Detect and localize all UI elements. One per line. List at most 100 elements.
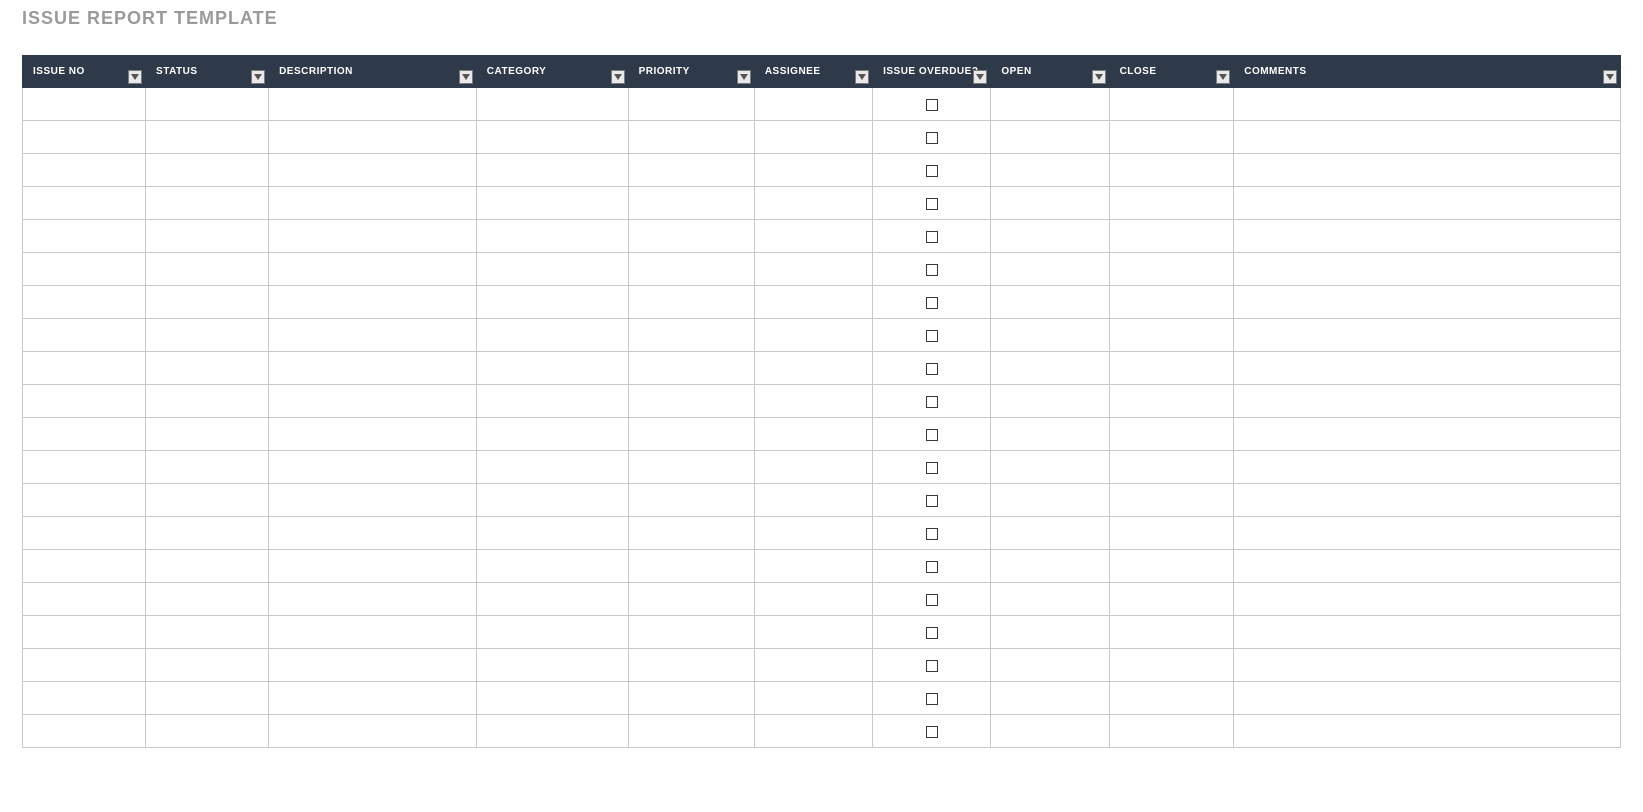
cell-status[interactable]: [146, 220, 269, 253]
cell-overdue[interactable]: [873, 484, 991, 517]
cell-status[interactable]: [146, 319, 269, 352]
cell-status[interactable]: [146, 418, 269, 451]
cell-close[interactable]: [1109, 616, 1234, 649]
cell-open[interactable]: [991, 550, 1109, 583]
cell-status[interactable]: [146, 550, 269, 583]
cell-comments[interactable]: [1234, 220, 1621, 253]
cell-close[interactable]: [1109, 319, 1234, 352]
cell-assignee[interactable]: [754, 352, 872, 385]
cell-close[interactable]: [1109, 88, 1234, 121]
cell-status[interactable]: [146, 187, 269, 220]
cell-status[interactable]: [146, 286, 269, 319]
cell-issue_no[interactable]: [23, 385, 146, 418]
cell-status[interactable]: [146, 88, 269, 121]
overdue-checkbox[interactable]: [926, 726, 938, 738]
cell-assignee[interactable]: [754, 418, 872, 451]
cell-close[interactable]: [1109, 286, 1234, 319]
cell-comments[interactable]: [1234, 583, 1621, 616]
cell-open[interactable]: [991, 286, 1109, 319]
cell-description[interactable]: [269, 352, 477, 385]
cell-close[interactable]: [1109, 418, 1234, 451]
cell-overdue[interactable]: [873, 517, 991, 550]
cell-category[interactable]: [476, 616, 628, 649]
filter-dropdown-icon[interactable]: [973, 70, 987, 84]
cell-overdue[interactable]: [873, 385, 991, 418]
filter-dropdown-icon[interactable]: [737, 70, 751, 84]
cell-description[interactable]: [269, 154, 477, 187]
cell-overdue[interactable]: [873, 253, 991, 286]
cell-issue_no[interactable]: [23, 715, 146, 748]
cell-close[interactable]: [1109, 517, 1234, 550]
cell-comments[interactable]: [1234, 649, 1621, 682]
cell-category[interactable]: [476, 484, 628, 517]
cell-assignee[interactable]: [754, 319, 872, 352]
cell-close[interactable]: [1109, 451, 1234, 484]
cell-overdue[interactable]: [873, 550, 991, 583]
cell-assignee[interactable]: [754, 385, 872, 418]
cell-category[interactable]: [476, 385, 628, 418]
cell-open[interactable]: [991, 616, 1109, 649]
cell-status[interactable]: [146, 121, 269, 154]
cell-priority[interactable]: [628, 319, 754, 352]
cell-overdue[interactable]: [873, 451, 991, 484]
cell-assignee[interactable]: [754, 484, 872, 517]
cell-overdue[interactable]: [873, 88, 991, 121]
cell-category[interactable]: [476, 649, 628, 682]
cell-status[interactable]: [146, 715, 269, 748]
cell-status[interactable]: [146, 517, 269, 550]
cell-issue_no[interactable]: [23, 484, 146, 517]
cell-status[interactable]: [146, 451, 269, 484]
cell-assignee[interactable]: [754, 253, 872, 286]
cell-description[interactable]: [269, 88, 477, 121]
cell-description[interactable]: [269, 418, 477, 451]
cell-close[interactable]: [1109, 715, 1234, 748]
cell-comments[interactable]: [1234, 187, 1621, 220]
overdue-checkbox[interactable]: [926, 594, 938, 606]
cell-overdue[interactable]: [873, 616, 991, 649]
cell-open[interactable]: [991, 385, 1109, 418]
cell-comments[interactable]: [1234, 121, 1621, 154]
overdue-checkbox[interactable]: [926, 264, 938, 276]
cell-overdue[interactable]: [873, 418, 991, 451]
overdue-checkbox[interactable]: [926, 528, 938, 540]
cell-issue_no[interactable]: [23, 154, 146, 187]
filter-dropdown-icon[interactable]: [1603, 70, 1617, 84]
cell-priority[interactable]: [628, 550, 754, 583]
overdue-checkbox[interactable]: [926, 660, 938, 672]
cell-open[interactable]: [991, 154, 1109, 187]
cell-overdue[interactable]: [873, 715, 991, 748]
overdue-checkbox[interactable]: [926, 495, 938, 507]
cell-overdue[interactable]: [873, 352, 991, 385]
overdue-checkbox[interactable]: [926, 297, 938, 309]
cell-priority[interactable]: [628, 286, 754, 319]
cell-category[interactable]: [476, 253, 628, 286]
cell-comments[interactable]: [1234, 484, 1621, 517]
cell-description[interactable]: [269, 550, 477, 583]
overdue-checkbox[interactable]: [926, 99, 938, 111]
cell-priority[interactable]: [628, 517, 754, 550]
cell-close[interactable]: [1109, 121, 1234, 154]
cell-description[interactable]: [269, 517, 477, 550]
cell-description[interactable]: [269, 319, 477, 352]
cell-assignee[interactable]: [754, 550, 872, 583]
cell-comments[interactable]: [1234, 385, 1621, 418]
cell-comments[interactable]: [1234, 286, 1621, 319]
cell-priority[interactable]: [628, 715, 754, 748]
cell-status[interactable]: [146, 616, 269, 649]
cell-comments[interactable]: [1234, 154, 1621, 187]
overdue-checkbox[interactable]: [926, 561, 938, 573]
cell-priority[interactable]: [628, 253, 754, 286]
cell-category[interactable]: [476, 319, 628, 352]
cell-status[interactable]: [146, 352, 269, 385]
cell-comments[interactable]: [1234, 88, 1621, 121]
cell-assignee[interactable]: [754, 121, 872, 154]
cell-overdue[interactable]: [873, 286, 991, 319]
cell-comments[interactable]: [1234, 319, 1621, 352]
cell-priority[interactable]: [628, 220, 754, 253]
cell-close[interactable]: [1109, 352, 1234, 385]
overdue-checkbox[interactable]: [926, 462, 938, 474]
cell-priority[interactable]: [628, 418, 754, 451]
cell-overdue[interactable]: [873, 154, 991, 187]
cell-open[interactable]: [991, 220, 1109, 253]
cell-description[interactable]: [269, 220, 477, 253]
